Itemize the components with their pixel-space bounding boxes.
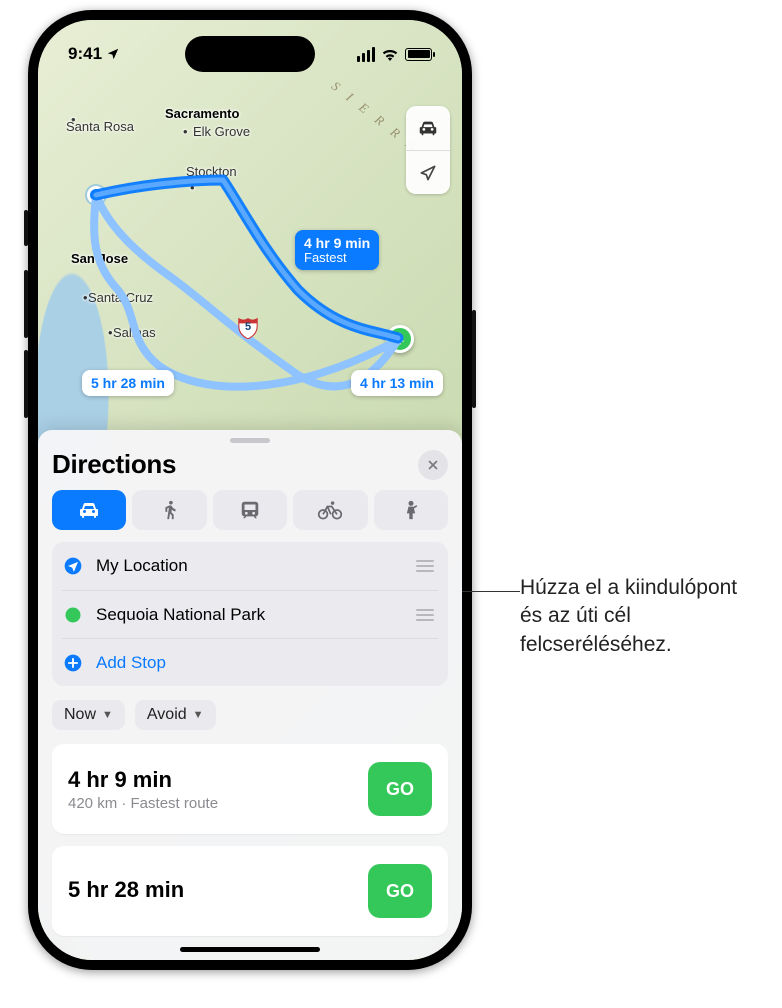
- route-badge-time: 4 hr 13 min: [360, 375, 434, 391]
- go-button[interactable]: GO: [368, 762, 432, 816]
- route-detail: 420 km · Fastest route: [68, 795, 218, 812]
- locate-me-button[interactable]: [406, 150, 450, 194]
- route-results-list: 4 hr 9 min 420 km · Fastest route GO 5 h…: [52, 744, 448, 936]
- battery-icon: [405, 48, 432, 61]
- chevron-down-icon: ▼: [102, 709, 113, 721]
- highway-shield-icon: 5: [237, 315, 259, 339]
- route-badge-alt[interactable]: 4 hr 13 min: [351, 370, 443, 396]
- add-stop-row[interactable]: Add Stop: [62, 638, 438, 686]
- map-city-label: Elk Grove: [193, 124, 250, 139]
- depart-time-dropdown[interactable]: Now ▼: [52, 700, 125, 730]
- add-icon: [62, 653, 84, 673]
- status-time: 9:41: [68, 44, 102, 64]
- cellular-signal-icon: [357, 47, 375, 62]
- sheet-grabber[interactable]: [230, 438, 270, 443]
- home-indicator[interactable]: [180, 947, 320, 952]
- destination-icon: [62, 605, 84, 625]
- stop-destination-row[interactable]: Sequoia National Park: [62, 590, 438, 638]
- location-services-icon: [106, 47, 120, 61]
- avoid-options-dropdown[interactable]: Avoid ▼: [135, 700, 216, 730]
- reorder-handle[interactable]: [416, 609, 438, 621]
- add-stop-label: Add Stop: [96, 653, 438, 673]
- stop-destination-label: Sequoia National Park: [96, 605, 404, 625]
- map-destination-marker: [386, 325, 414, 353]
- map-city-label: San Jose: [71, 251, 128, 266]
- map-controls: [406, 106, 450, 194]
- route-badge-alt[interactable]: 5 hr 28 min: [82, 370, 174, 396]
- map-city-label: Salinas: [113, 325, 156, 340]
- route-badge-time: 5 hr 28 min: [91, 375, 165, 391]
- depart-time-label: Now: [64, 706, 96, 724]
- avoid-label: Avoid: [147, 706, 187, 724]
- route-badge-time: 4 hr 9 min: [304, 235, 370, 251]
- route-duration: 4 hr 9 min: [68, 767, 218, 793]
- screen: 9:41 SIERRA: [38, 20, 462, 960]
- map-origin-marker: [87, 186, 105, 204]
- sheet-title: Directions: [52, 449, 176, 480]
- rideshare-icon: [401, 499, 421, 521]
- route-result-card[interactable]: 5 hr 28 min GO: [52, 846, 448, 936]
- mode-walking[interactable]: [132, 490, 206, 530]
- wifi-icon: [381, 48, 399, 61]
- chevron-down-icon: ▼: [193, 709, 204, 721]
- transit-icon: [239, 499, 261, 521]
- mode-rideshare[interactable]: [374, 490, 448, 530]
- directions-sheet[interactable]: Directions: [38, 430, 462, 960]
- map-city-label: Santa Rosa: [66, 119, 134, 134]
- callout-text: Húzza el a kiindulópont és az úti cél fe…: [520, 574, 760, 659]
- mode-cycling[interactable]: [293, 490, 367, 530]
- phone-frame: 9:41 SIERRA: [28, 10, 472, 970]
- car-icon: [77, 498, 101, 522]
- map-city-label: •: [83, 290, 88, 305]
- walk-icon: [159, 499, 181, 521]
- map-city-label: Santa Cruz: [88, 290, 153, 305]
- mute-switch: [24, 210, 28, 246]
- mode-driving[interactable]: [52, 490, 126, 530]
- close-icon: [427, 459, 439, 471]
- stop-origin-row[interactable]: My Location: [62, 542, 438, 590]
- map-city-label: •: [190, 180, 195, 195]
- mode-transit[interactable]: [213, 490, 287, 530]
- route-stops-list: My Location Sequoia National Park: [52, 542, 448, 686]
- highway-number: 5: [237, 315, 259, 339]
- bike-icon: [317, 499, 343, 521]
- park-icon: [392, 331, 408, 347]
- dynamic-island: [185, 36, 315, 72]
- transport-mode-button[interactable]: [406, 106, 450, 150]
- map-city-label: •: [108, 325, 113, 340]
- volume-down: [24, 350, 28, 418]
- map-city-label: Stockton: [186, 164, 237, 179]
- transport-mode-tabs: [52, 490, 448, 530]
- side-button: [472, 310, 476, 408]
- volume-up: [24, 270, 28, 338]
- go-button[interactable]: GO: [368, 864, 432, 918]
- close-button[interactable]: [418, 450, 448, 480]
- route-result-card[interactable]: 4 hr 9 min 420 km · Fastest route GO: [52, 744, 448, 834]
- location-arrow-icon: [418, 163, 438, 183]
- route-duration: 5 hr 28 min: [68, 877, 184, 903]
- route-badge-fastest[interactable]: 4 hr 9 min Fastest: [295, 230, 379, 270]
- reorder-handle[interactable]: [416, 560, 438, 572]
- stop-origin-label: My Location: [96, 556, 404, 576]
- car-icon: [417, 117, 439, 139]
- map-city-label: Sacramento: [165, 106, 239, 121]
- map-city-label: •: [183, 124, 188, 139]
- origin-icon: [62, 556, 84, 576]
- route-badge-subtitle: Fastest: [304, 250, 370, 265]
